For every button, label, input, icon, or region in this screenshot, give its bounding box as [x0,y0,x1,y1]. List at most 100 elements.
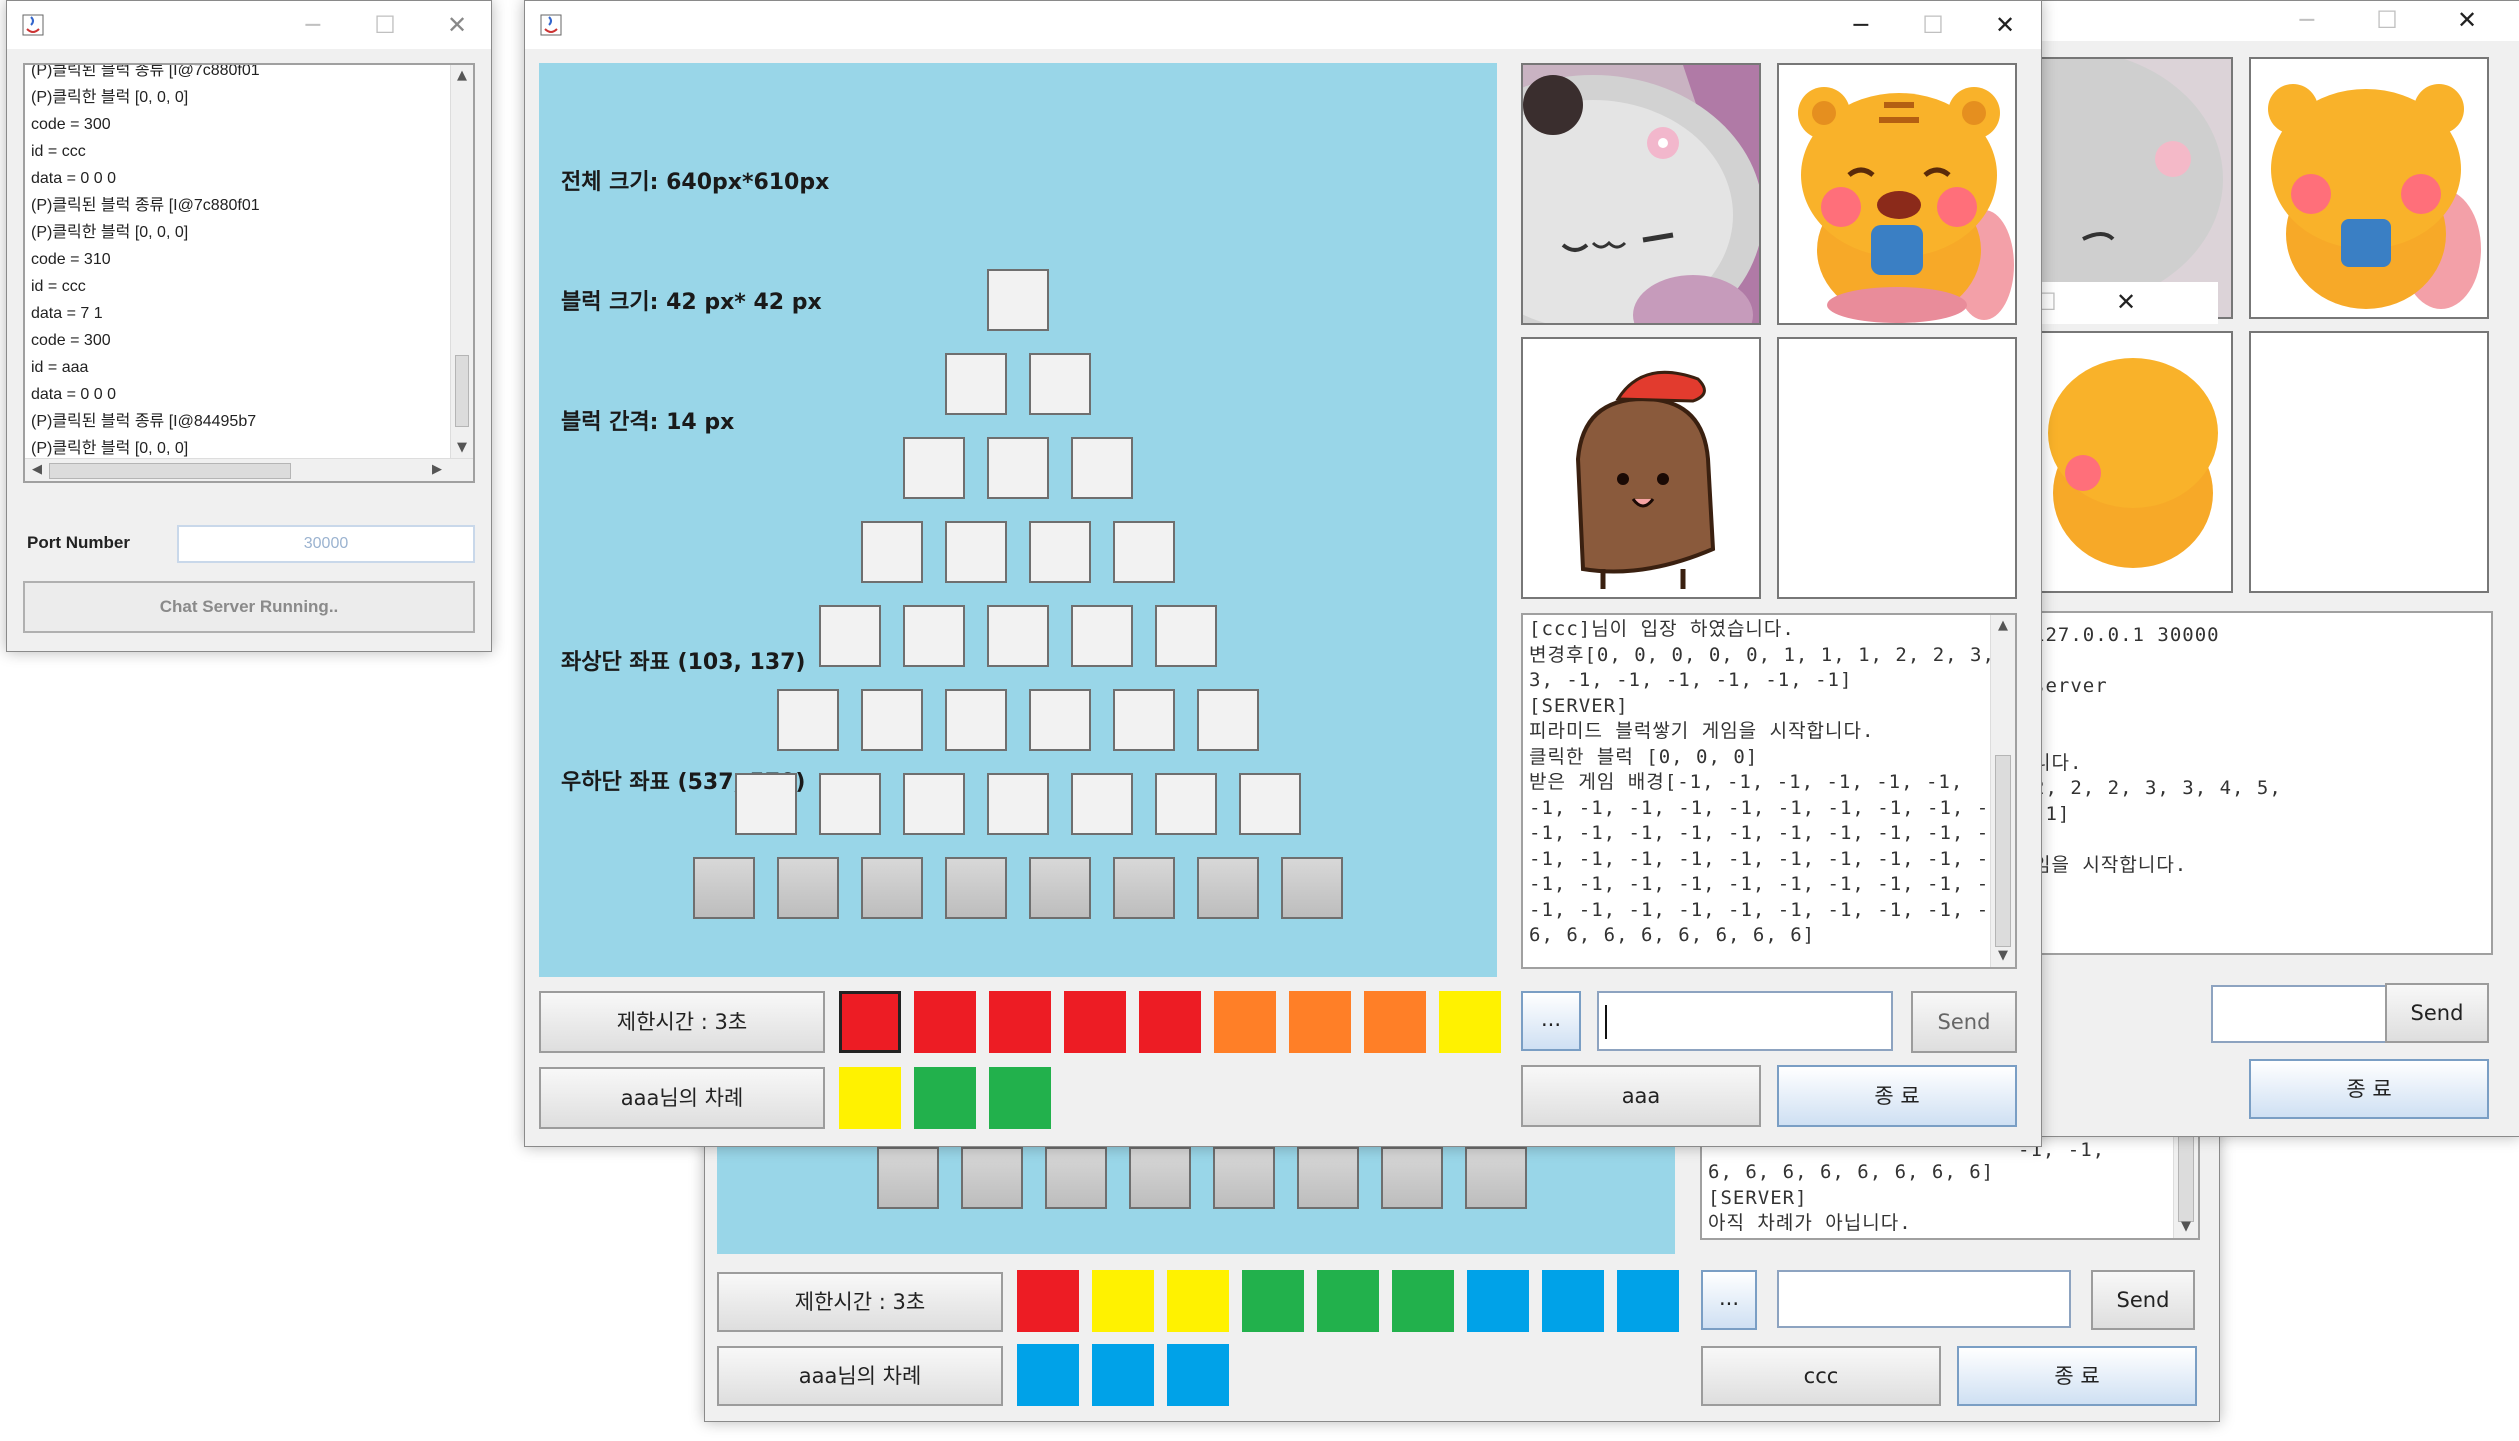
close-icon[interactable]: ✕ [421,1,491,49]
pyramid-block[interactable] [735,773,797,835]
pyramid-block[interactable] [961,1147,1023,1209]
scroll-down-icon[interactable]: ▼ [451,437,473,459]
exit-button[interactable]: 종 료 [1957,1346,2197,1406]
color-block[interactable] [989,1067,1051,1129]
pyramid-block[interactable] [819,605,881,667]
color-block[interactable] [839,991,901,1053]
pyramid-block[interactable] [1297,1147,1359,1209]
pyramid-block[interactable] [1071,437,1133,499]
server-status-button[interactable]: Chat Server Running.. [23,581,475,633]
minimize-icon[interactable]: ─ [1825,1,1897,49]
pyramid-block[interactable] [987,269,1049,331]
title-bar[interactable]: ─ ☐ ✕ [2021,1,2519,41]
color-block[interactable] [1439,991,1501,1053]
title-bar[interactable]: ─ ☐ ✕ [7,1,491,49]
color-block[interactable] [914,1067,976,1129]
pyramid-block[interactable] [1113,689,1175,751]
pyramid-block[interactable] [987,605,1049,667]
maximize-icon[interactable]: ☐ [2351,1,2423,49]
color-block[interactable] [1017,1344,1079,1406]
pyramid-block[interactable] [861,857,923,919]
color-block[interactable] [1317,1270,1379,1332]
pyramid-block[interactable] [1045,1147,1107,1209]
pyramid-block[interactable] [903,437,965,499]
color-block[interactable] [1092,1270,1154,1332]
color-block[interactable] [839,1067,901,1129]
log-hscrollbar[interactable]: ◀ ▶ [25,458,473,481]
minimize-icon[interactable]: ─ [2271,1,2343,49]
send-button[interactable]: Send [2385,983,2489,1043]
pyramid-block[interactable] [1381,1147,1443,1209]
exit-button[interactable]: 종 료 [2249,1059,2489,1119]
pyramid-block[interactable] [1071,773,1133,835]
emoji-button[interactable]: ... [1521,991,1581,1051]
maximize-icon[interactable]: ☐ [1897,1,1969,49]
color-block[interactable] [1617,1270,1679,1332]
close-icon[interactable]: ✕ [2431,1,2503,49]
pyramid-block[interactable] [945,521,1007,583]
pyramid-block[interactable] [987,437,1049,499]
pyramid-block[interactable] [1239,773,1301,835]
pyramid-block[interactable] [861,521,923,583]
pyramid-block[interactable] [877,1147,939,1209]
pyramid-block[interactable] [777,857,839,919]
pyramid-block[interactable] [1029,689,1091,751]
emoji-button[interactable]: ... [1701,1270,1757,1330]
log-scrollbar[interactable]: ▲ ▼ [450,65,473,459]
pyramid-block[interactable] [987,773,1049,835]
pyramid-block[interactable] [1113,521,1175,583]
color-block[interactable] [1289,991,1351,1053]
color-block[interactable] [1364,991,1426,1053]
pyramid-block[interactable] [903,605,965,667]
pyramid-block[interactable] [693,857,755,919]
pyramid-block[interactable] [1029,353,1091,415]
pyramid-block[interactable] [819,773,881,835]
scroll-thumb[interactable] [1995,755,2011,947]
color-block[interactable] [1392,1270,1454,1332]
color-block[interactable] [989,991,1051,1053]
color-block[interactable] [914,991,976,1053]
scroll-up-icon[interactable]: ▲ [451,65,473,87]
title-bar[interactable]: ─ ☐ ✕ [525,1,2041,49]
exit-button[interactable]: 종 료 [1777,1065,2017,1127]
color-block[interactable] [1167,1344,1229,1406]
chat-scrollbar[interactable]: ▲ ▼ [1990,615,2015,967]
port-input[interactable]: 30000 [177,525,475,563]
pyramid-block[interactable] [1113,857,1175,919]
minimize-icon[interactable]: ─ [277,1,349,49]
user-name-button[interactable]: ccc [1701,1346,1941,1406]
scroll-right-icon[interactable]: ▶ [425,459,449,481]
pyramid-block[interactable] [1029,857,1091,919]
close-icon[interactable]: ✕ [2090,282,2162,324]
chat-input[interactable] [1597,991,1893,1051]
pyramid-block[interactable] [1155,605,1217,667]
pyramid-block[interactable] [945,353,1007,415]
pyramid-block[interactable] [1155,773,1217,835]
scroll-down-icon[interactable]: ▼ [1991,945,2015,967]
pyramid-block[interactable] [945,689,1007,751]
color-block[interactable] [1214,991,1276,1053]
pyramid-block[interactable] [1129,1147,1191,1209]
color-block[interactable] [1467,1270,1529,1332]
color-block[interactable] [1017,1270,1079,1332]
pyramid-block[interactable] [1197,857,1259,919]
send-button[interactable]: Send [1911,991,2017,1053]
close-icon[interactable]: ✕ [1969,1,2041,49]
color-block[interactable] [1542,1270,1604,1332]
scroll-up-icon[interactable]: ▲ [1991,615,2015,637]
pyramid-block[interactable] [945,857,1007,919]
color-block[interactable] [1139,991,1201,1053]
chat-input[interactable] [2211,985,2389,1043]
color-block[interactable] [1064,991,1126,1053]
send-button[interactable]: Send [2091,1270,2195,1330]
hscroll-thumb[interactable] [49,463,291,479]
scroll-thumb[interactable] [455,355,469,427]
user-name-button[interactable]: aaa [1521,1065,1761,1127]
pyramid-block[interactable] [903,773,965,835]
maximize-icon[interactable]: ☐ [349,1,421,49]
scroll-left-icon[interactable]: ◀ [25,459,49,481]
pyramid-block[interactable] [861,689,923,751]
color-block[interactable] [1092,1344,1154,1406]
pyramid-block[interactable] [1071,605,1133,667]
scroll-down-icon[interactable]: ▼ [2174,1216,2198,1238]
